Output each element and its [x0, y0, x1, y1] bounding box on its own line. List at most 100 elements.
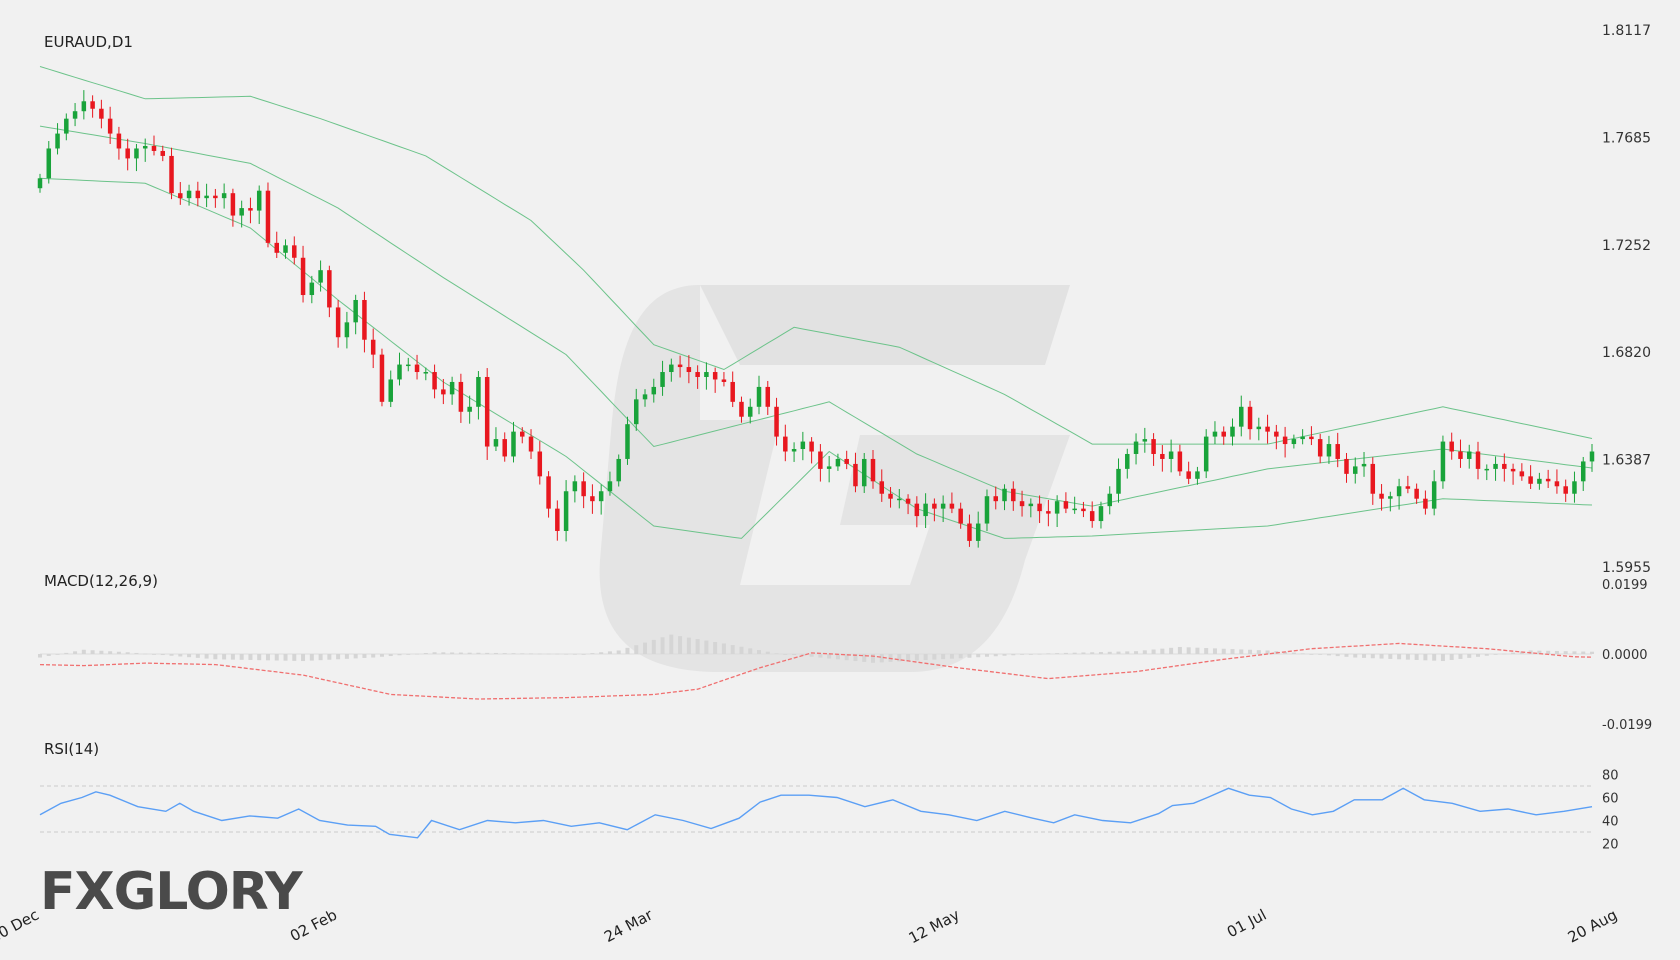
macd-histogram-bar — [520, 653, 525, 655]
macd-histogram-bar — [1195, 647, 1200, 654]
macd-histogram-bar — [1134, 651, 1139, 654]
macd-histogram-bar — [932, 654, 937, 660]
candle-bear — [949, 503, 955, 509]
candle-bear — [1037, 503, 1042, 512]
candle-bear — [230, 193, 236, 216]
macd-histogram-bar — [1467, 654, 1472, 658]
macd-histogram-bar — [870, 654, 875, 663]
candle-bull — [1072, 508, 1077, 511]
candle-bear — [300, 257, 306, 296]
candle-bull — [134, 148, 139, 159]
candle-bear — [292, 245, 297, 258]
candle-bear — [1247, 406, 1253, 430]
candle-bear — [537, 451, 543, 477]
macd-histogram-bar — [1028, 654, 1033, 655]
macd-histogram-bar — [309, 654, 314, 661]
bollinger-upper — [39, 66, 1593, 445]
candle-bear — [1177, 451, 1183, 472]
macd-histogram-bar — [783, 654, 788, 655]
macd-histogram-bar — [1546, 650, 1551, 654]
candle-bull — [1440, 441, 1446, 482]
candle-bull — [861, 458, 867, 487]
candle-bear — [414, 364, 420, 373]
candle-bull — [81, 101, 87, 112]
macd-histogram-bar — [555, 653, 560, 655]
macd-histogram-bar — [651, 639, 656, 654]
candle-bear — [90, 101, 95, 109]
macd-histogram-bar — [327, 654, 332, 660]
price-y-tick-label: 1.7252 — [1602, 238, 1651, 254]
candle-bear — [1405, 486, 1411, 489]
candle-bear — [327, 270, 332, 308]
macd-histogram-bar — [239, 654, 244, 660]
candle-bull — [651, 386, 657, 395]
macd-histogram-bar — [502, 653, 507, 654]
candle-bear — [107, 118, 113, 134]
macd-histogram-bar — [914, 654, 919, 661]
candle-bull — [625, 424, 630, 459]
macd-histogram-bar — [1423, 654, 1428, 661]
macd-histogram-bar — [432, 652, 437, 654]
candle-bear — [441, 389, 446, 395]
candle-bear — [458, 381, 464, 412]
x-tick-label: 10 Dec — [0, 906, 42, 947]
candle-bull — [1133, 441, 1139, 454]
candle-bull — [1431, 481, 1437, 509]
candle-bear — [967, 523, 972, 541]
candle-bear — [1379, 493, 1384, 499]
candle-bull — [660, 372, 665, 387]
price-y-tick-label: 1.6820 — [1602, 345, 1651, 361]
macd-histogram-bar — [38, 654, 42, 658]
macd-histogram-bar — [336, 654, 341, 660]
candle-bull — [791, 449, 797, 452]
candle-bear — [1510, 468, 1516, 472]
macd-histogram-bar — [818, 654, 823, 658]
candle-bear — [677, 364, 683, 368]
candle-bull — [1256, 426, 1262, 430]
macd-histogram-bar — [441, 652, 446, 654]
candle-bull — [1396, 486, 1402, 497]
candle-bear — [993, 496, 999, 502]
candle-bear — [1502, 463, 1507, 469]
candle-bear — [1519, 471, 1525, 477]
macd-histogram-bar — [1511, 652, 1516, 654]
macd-histogram-bar — [195, 654, 200, 658]
macd-histogram-bar — [599, 652, 604, 654]
candle-bull — [923, 503, 928, 517]
candle-bull — [747, 406, 753, 417]
price-y-tick-label: 1.5955 — [1602, 560, 1651, 576]
candle-bull — [344, 322, 350, 338]
candle-bull — [467, 406, 472, 412]
candle-bull — [1300, 436, 1305, 440]
candle-bear — [581, 481, 586, 497]
price-y-tick-label: 1.6387 — [1602, 453, 1651, 469]
candle-bear — [1414, 488, 1419, 499]
macd-histogram-bar — [1353, 654, 1358, 658]
candle-bull — [204, 195, 209, 199]
macd-histogram-bar — [151, 654, 156, 655]
candle-bear — [888, 493, 893, 499]
macd-histogram-bar — [713, 641, 718, 654]
macd-histogram-bar — [1248, 649, 1253, 654]
macd-histogram-bar — [379, 654, 384, 657]
macd-histogram-bar — [1098, 652, 1103, 654]
macd-histogram-bar — [1335, 654, 1340, 657]
macd-histogram-bar — [546, 653, 551, 655]
macd-histogram-bar — [941, 654, 946, 660]
candle-bear — [116, 133, 122, 149]
macd-histogram-bar — [362, 654, 367, 658]
macd-histogram-bar — [967, 654, 972, 658]
x-tick-label: 01 Jul — [1224, 906, 1269, 942]
candle-bear — [590, 496, 595, 502]
candle-bull — [1142, 439, 1148, 442]
candle-bear — [1317, 439, 1323, 457]
candle-bear — [1545, 478, 1551, 482]
macd-histogram-bar — [318, 654, 323, 661]
candle-bear — [125, 148, 130, 159]
macd-histogram-bar — [406, 654, 411, 655]
candle-bull — [1361, 463, 1367, 467]
macd-histogram-bar — [134, 652, 139, 654]
macd-histogram-bar — [1397, 654, 1402, 660]
macd-histogram-bar — [1221, 648, 1226, 654]
macd-histogram-bar — [46, 654, 51, 656]
